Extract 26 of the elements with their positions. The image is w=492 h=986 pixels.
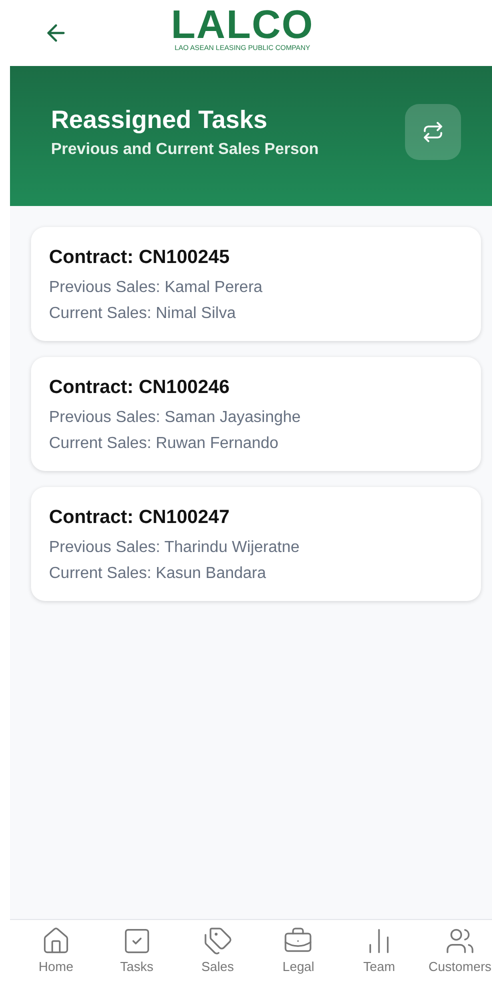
contract-number: Contract: CN100245: [49, 247, 231, 269]
nav-tab[interactable]: Sales: [186, 926, 250, 986]
previous-sales: Previous Sales: Kamal Perera: [49, 279, 264, 297]
previous-sales: Previous Sales: Saman Jayasinghe: [49, 409, 302, 427]
page-subtitle: Previous and Current Sales Person: [51, 140, 319, 158]
logo: LALCO: [171, 6, 314, 44]
nav-tab[interactable]: Legal: [266, 926, 330, 986]
contract-number: Contract: CN100246: [49, 377, 231, 399]
current-sales: Current Sales: Ruwan Fernando: [49, 435, 280, 453]
customers-icon: [444, 926, 475, 956]
previous-sales: Previous Sales: Tharindu Wijeratne: [49, 539, 300, 557]
page-title: Reassigned Tasks: [51, 106, 268, 134]
contract-card[interactable]: Contract: CN100245 Previous Sales: Kamal Perera Current Sales: Nimal Silva: [31, 227, 481, 341]
nav-tab[interactable]: Customers: [428, 926, 492, 986]
nav-tab[interactable]: Tasks: [104, 926, 169, 986]
home-icon: [41, 926, 71, 956]
sales-icon: [202, 926, 233, 956]
repeat-icon: [422, 121, 444, 143]
swap-button[interactable]: [405, 104, 461, 160]
nav-tab[interactable]: Team: [347, 926, 412, 986]
current-sales: Current Sales: Nimal Silva: [49, 305, 237, 323]
contract-card[interactable]: Contract: CN100246 Previous Sales: Saman Jayasinghe Current Sales: Ruwan Fernando: [31, 357, 481, 471]
contract-card[interactable]: Contract: CN100247 Previous Sales: Tharindu Wijeratne Current Sales: Kasun Bandara: [31, 487, 481, 601]
contract-number: Contract: CN100247: [49, 507, 231, 529]
current-sales: Current Sales: Kasun Bandara: [49, 565, 268, 583]
nav-tab[interactable]: Home: [24, 926, 88, 986]
